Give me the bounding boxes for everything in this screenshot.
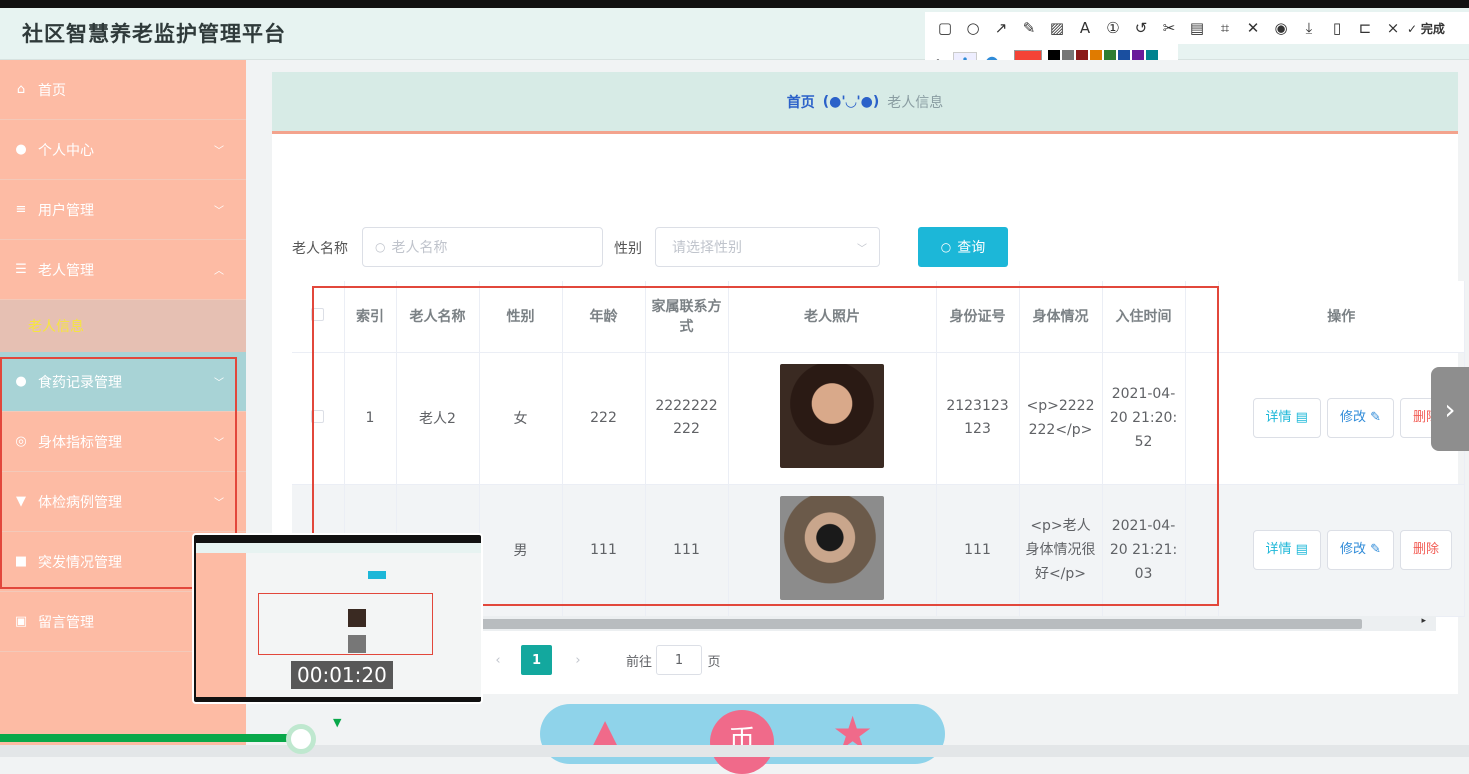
name-search-input[interactable]: ○ 老人名称 [362,227,603,267]
breadcrumb-separator: (●'◡'●) [822,93,880,110]
save-icon[interactable]: ▯ [1323,19,1351,37]
gender-label: 性别 [614,241,642,257]
page-suffix: 页 [707,654,721,670]
column-header: 操作 [1218,281,1465,353]
sidebar-item-home[interactable]: ⌂ 首页 [0,60,246,120]
prev-page-button[interactable]: ‹ [484,645,512,675]
close-icon[interactable]: × [1379,19,1407,37]
delete-button[interactable]: 删除 [1399,530,1452,570]
goto-page-input[interactable]: 1 [656,645,702,675]
bookmark-icon[interactable]: ⊏ [1351,19,1379,37]
undo-icon[interactable]: ↺ [1127,19,1155,37]
mosaic-tool-icon[interactable]: ▨ [1043,19,1071,37]
search-icon: ○ [375,240,386,254]
text-tool-icon[interactable]: A [1071,19,1099,37]
sidebar-item-personal[interactable]: ● 个人中心 ﹀ [0,120,246,180]
breadcrumb-current: 老人信息 [887,94,944,111]
detail-button[interactable]: 详情 ▤ [1252,530,1321,570]
next-page-button[interactable]: › [564,645,592,675]
progress-handle[interactable] [286,724,316,754]
app-title: 社区智慧养老监护管理平台 [22,22,286,46]
video-timestamp: 00:01:20 [291,661,393,689]
download-icon[interactable]: ⤓ [1295,19,1323,37]
chevron-up-icon: ︿ [214,266,224,277]
breadcrumb-home[interactable]: 首页 [787,92,815,112]
number-tool-icon[interactable]: ① [1099,19,1127,37]
sliders-icon: ≡ [15,202,27,217]
coin-icon[interactable]: 币 [710,710,774,774]
scissors-icon[interactable]: ✂ [1155,19,1183,37]
window-top-strip [0,0,1469,8]
scroll-right-icon[interactable]: ▸ [1421,616,1426,626]
sidebar-item-users[interactable]: ≡ 用户管理 ﹀ [0,180,246,240]
chevron-down-icon: ﹀ [214,206,224,217]
record-icon[interactable]: ◉ [1267,19,1295,37]
sidebar-item-elderly[interactable]: ☰ 老人管理 ︿ [0,240,246,300]
query-button[interactable]: ○ 查询 [918,227,1008,267]
progress-marker-icon: ▼ [333,716,342,729]
screenshot-toolbar: ▢ ○ ↗ ✎ ▨ A ① ↺ ✂ ▤ ⌗ ✕ ◉ ⤓ ▯ ⊏ × ✓ 完成 [925,12,1469,44]
ellipse-tool-icon[interactable]: ○ [959,19,987,37]
rectangle-tool-icon[interactable]: ▢ [931,19,959,37]
edit-button[interactable]: 修改 ✎ [1326,530,1394,570]
video-preview-thumbnail[interactable]: 00:01:20 [192,533,483,704]
video-progress-bar[interactable] [0,734,300,742]
done-button[interactable]: ✓ 完成 [1407,20,1445,37]
arrow-tool-icon[interactable]: ↗ [987,19,1015,37]
ocr-icon[interactable]: ▤ [1183,19,1211,37]
search-icon: ○ [940,240,952,254]
clipboard-icon: ▣ [14,614,28,629]
goto-label: 前往 [625,654,652,670]
page-1-button[interactable]: 1 [521,645,552,675]
name-label: 老人名称 [292,241,348,257]
pen-tool-icon[interactable]: ✎ [1015,19,1043,37]
user-icon: ● [15,142,27,157]
chevron-down-icon: ﹀ [857,244,867,255]
edit-button[interactable]: 修改 ✎ [1326,398,1394,438]
submenu-elderly-info[interactable]: 老人信息 [0,300,246,352]
list-icon: ☰ [15,262,27,277]
pin-tool-icon[interactable]: ✕ [1239,19,1267,37]
breadcrumb: 首页 (●'◡'●) 老人信息 [272,72,1458,134]
detail-button[interactable]: 详情 ▤ [1252,398,1321,438]
gender-select[interactable]: 请选择性别 ﹀ [655,227,880,267]
home-icon: ⌂ [16,82,26,97]
chevron-right-icon[interactable]: › [1431,367,1469,451]
video-controls-bar [0,745,1469,757]
chevron-down-icon: ﹀ [214,146,224,157]
scan-icon[interactable]: ⌗ [1211,19,1239,37]
